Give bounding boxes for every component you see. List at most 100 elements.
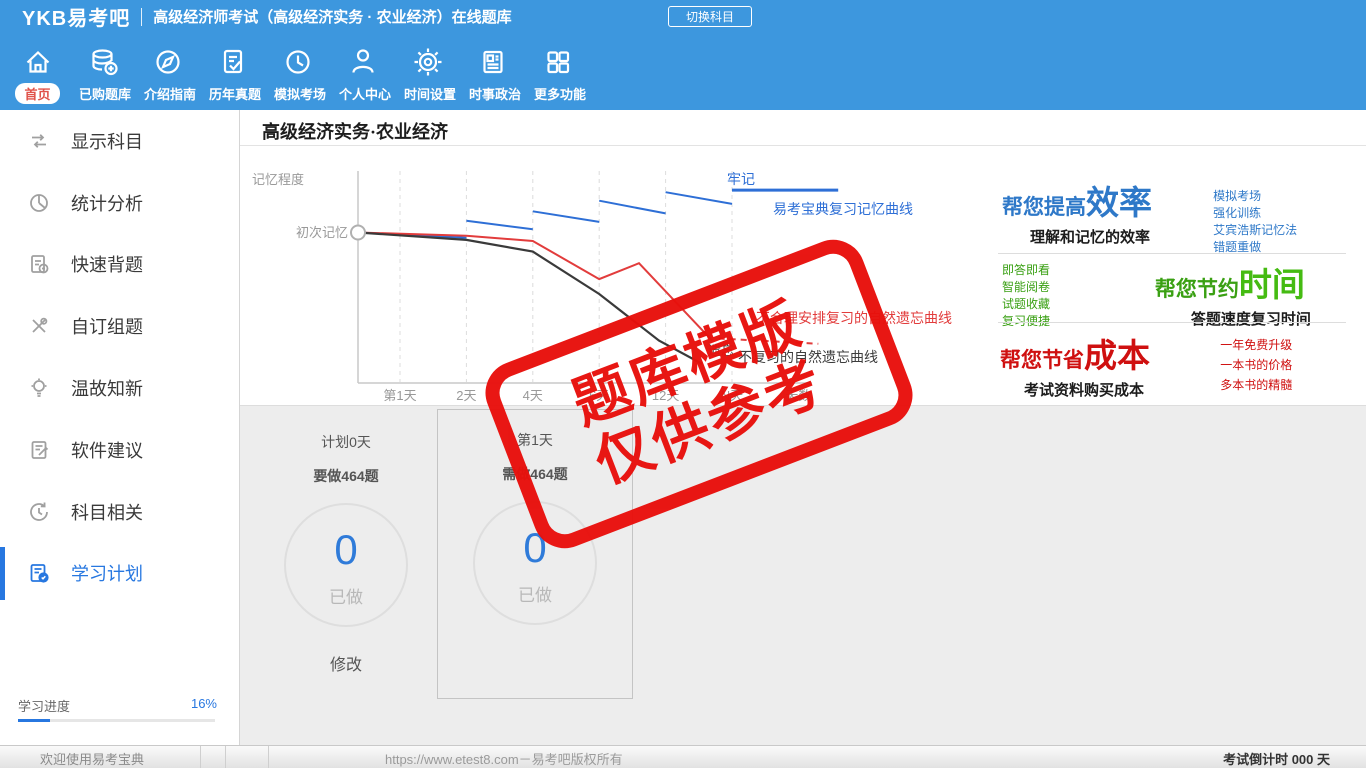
promo-big-word: 效率 <box>1086 184 1152 221</box>
promo-separator <box>998 322 1346 323</box>
sidebar-item-label: 软件建议 <box>71 440 143 461</box>
modify-plan-link[interactable]: 修改 <box>248 651 444 675</box>
study-plan-icon <box>27 561 55 585</box>
database-icon <box>70 42 135 82</box>
done-count-circle: 0 已做 <box>284 503 408 627</box>
nav-item-mock-exam[interactable]: 模拟考场 <box>265 33 330 110</box>
statusbar-copyright: https://www.etest8.com－易考吧版权所有 <box>385 752 623 767</box>
svg-text:记忆程度: 记忆程度 <box>252 172 304 187</box>
study-progress-bar <box>18 719 215 722</box>
sidebar-item-review[interactable]: 温故知新 <box>0 357 239 419</box>
sidebar-item-label: 温故知新 <box>71 379 143 400</box>
nav-item-guide[interactable]: 介绍指南 <box>135 33 200 110</box>
nav-item-home[interactable]: 首页 <box>5 33 70 110</box>
exam-paper-icon <box>200 42 265 82</box>
nav-item-time-settings[interactable]: 时间设置 <box>395 33 460 110</box>
progress-fill <box>18 719 50 722</box>
svg-text:易考宝典复习记忆曲线: 易考宝典复习记忆曲线 <box>773 201 913 217</box>
sidebar-item-label: 科目相关 <box>71 502 143 523</box>
page-title: 高级经济实务·农业经济 <box>262 122 449 142</box>
promo-item: 多本书的精髓 <box>1220 378 1293 392</box>
sidebar-item-label: 快速背题 <box>71 255 143 276</box>
study-progress-label: 学习进度 <box>18 699 71 714</box>
nav-label: 已购题库 <box>79 87 132 102</box>
clock-icon <box>265 42 330 82</box>
gear-icon <box>395 42 460 82</box>
nav-item-profile[interactable]: 个人中心 <box>330 33 395 110</box>
promo-big-prefix: 帮您节省 <box>1000 349 1084 372</box>
app-logo: YKB易考吧 <box>22 8 131 30</box>
promo-item: 即答即看 <box>1002 263 1051 277</box>
promo-big-prefix: 帮您提高 <box>1002 196 1086 219</box>
nav-item-more[interactable]: 更多功能 <box>525 33 590 110</box>
promo-item: 强化训练 <box>1213 206 1262 220</box>
promo-item: 试题收藏 <box>1002 297 1051 311</box>
svg-text:2天: 2天 <box>456 388 476 403</box>
sidebar-item-quick-memorize[interactable]: 快速背题 <box>0 234 239 296</box>
svg-text:初次记忆: 初次记忆 <box>296 225 348 240</box>
svg-text:第1天: 第1天 <box>383 388 416 403</box>
nav-label: 时事政治 <box>469 87 522 102</box>
promo-block-efficiency: 帮您提高效率 理解和记忆的效率 模拟考场 强化训练 艾宾浩斯记忆法 错题重做 <box>988 176 1366 254</box>
sidebar-item-custom-quiz[interactable]: 自订组题 <box>0 295 239 357</box>
sidebar-item-subject-related[interactable]: 科目相关 <box>0 481 239 543</box>
plan-card-subtitle: 要做464题 <box>313 468 379 484</box>
promo-subtitle: 考试资料购买成本 <box>1024 382 1145 399</box>
user-icon <box>330 42 395 82</box>
nav-label: 介绍指南 <box>144 87 197 102</box>
nav-label: 历年真题 <box>209 87 262 102</box>
statusbar: 欢迎使用易考宝典 https://www.etest8.com－易考吧版权所有 … <box>0 745 1366 768</box>
nav-label: 更多功能 <box>534 87 587 102</box>
content-header: 高级经济实务·农业经济 <box>240 110 1366 146</box>
promo-big-word: 时间 <box>1238 266 1305 303</box>
promo-block-time: 即答即看 智能阅卷 试题收藏 复习便捷 帮您节约时间 答题速度复习时间 <box>988 258 1366 328</box>
nav-item-current-affairs[interactable]: 时事政治 <box>460 33 525 110</box>
flashcard-icon <box>27 252 55 276</box>
promo-panel: 帮您提高效率 理解和记忆的效率 模拟考场 强化训练 艾宾浩斯记忆法 错题重做 即… <box>988 146 1366 405</box>
promo-item: 一本书的价格 <box>1220 358 1293 372</box>
statusbar-separator <box>225 746 226 768</box>
promo-subtitle: 理解和记忆的效率 <box>1030 229 1151 246</box>
promo-block-cost: 帮您节省成本 考试资料购买成本 一年免费升级 一本书的价格 多本书的精髓 <box>988 329 1366 399</box>
nav-label: 时间设置 <box>404 87 457 102</box>
study-progress-value: 16% <box>190 696 217 711</box>
sidebar-item-show-subjects[interactable]: 显示科目 <box>0 110 239 172</box>
promo-subtitle: 答题速度复习时间 <box>1190 311 1311 328</box>
sidebar-item-label: 自订组题 <box>71 317 143 338</box>
promo-big-prefix: 帮您节约 <box>1154 278 1239 301</box>
grid-icon <box>525 42 590 82</box>
bulb-icon <box>27 376 55 400</box>
done-count-label: 已做 <box>518 586 552 605</box>
compass-icon <box>135 42 200 82</box>
statusbar-welcome: 欢迎使用易考宝典 <box>40 752 145 767</box>
study-progress-row: 学习进度 16% <box>18 696 217 715</box>
promo-item: 智能阅卷 <box>1002 280 1051 294</box>
exam-countdown: 考试倒计时 000 天 <box>1223 752 1330 767</box>
statusbar-separator <box>268 746 269 768</box>
tools-icon <box>27 314 55 338</box>
app-title: 高级经济师考试（高级经济实务 · 农业经济）在线题库 <box>153 9 512 26</box>
switch-subject-button[interactable]: 切换科目 <box>668 6 752 27</box>
sidebar: 显示科目 统计分析 快速背题 自订组题 温故知新 软件建议 科目相关 学习计划 <box>0 110 240 745</box>
titlebar-divider <box>141 7 143 26</box>
promo-item: 模拟考场 <box>1213 189 1262 203</box>
sidebar-item-label: 显示科目 <box>71 131 143 152</box>
subject-icon <box>27 500 55 524</box>
nav-item-past-papers[interactable]: 历年真题 <box>200 33 265 110</box>
plan-card: 计划0天 要做464题 0 已做 修改 <box>248 412 444 675</box>
plan-card-title: 计划0天 <box>321 434 371 450</box>
sidebar-item-label: 学习计划 <box>71 564 143 585</box>
svg-text:牢记: 牢记 <box>727 171 755 187</box>
sidebar-item-study-plan[interactable]: 学习计划 <box>0 543 239 605</box>
news-icon <box>460 42 525 82</box>
nav-item-purchased-banks[interactable]: 已购题库 <box>70 33 135 110</box>
promo-separator <box>998 253 1346 254</box>
sidebar-item-statistics[interactable]: 统计分析 <box>0 172 239 234</box>
nav-label: 个人中心 <box>339 87 392 102</box>
sidebar-item-software-suggestion[interactable]: 软件建议 <box>0 419 239 481</box>
sidebar-item-label: 统计分析 <box>71 193 143 214</box>
promo-item: 一年免费升级 <box>1220 338 1293 352</box>
pie-chart-icon <box>27 191 55 215</box>
nav-label: 模拟考场 <box>274 87 327 102</box>
app-window: YKB易考吧 高级经济师考试（高级经济实务 · 农业经济）在线题库 切换科目 首… <box>0 0 1366 768</box>
